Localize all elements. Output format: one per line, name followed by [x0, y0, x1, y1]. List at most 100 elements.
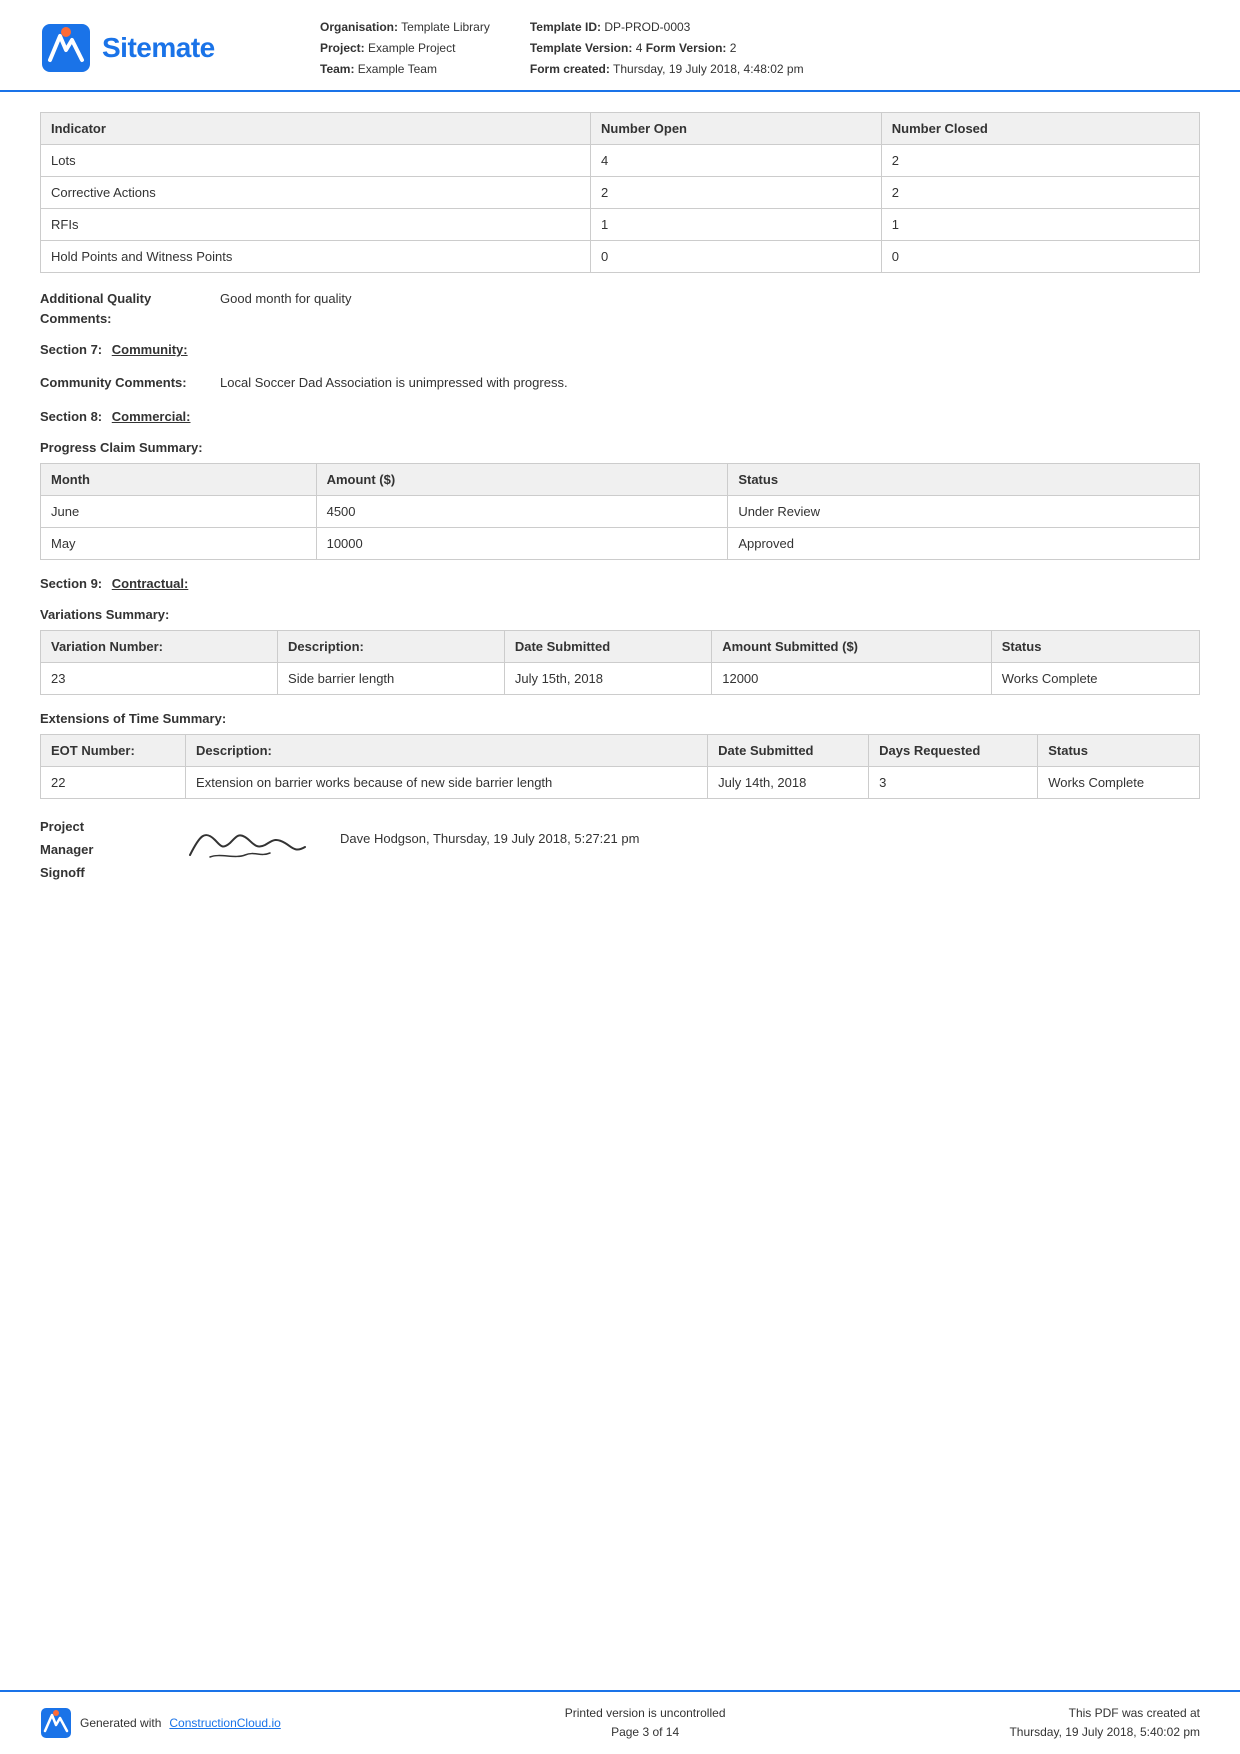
- var-status-col-header: Status: [991, 630, 1199, 662]
- footer-pdf-created-label: This PDF was created at: [1009, 1704, 1200, 1723]
- header-col-left: Organisation: Template Library Project: …: [320, 18, 490, 78]
- signoff-row: Project Manager Signoff Dave Hodgson, Th…: [40, 815, 1200, 885]
- month-cell: June: [41, 495, 317, 527]
- project-line: Project: Example Project: [320, 39, 490, 57]
- additional-quality-value: Good month for quality: [220, 289, 1200, 309]
- table-row: May 10000 Approved: [41, 527, 1200, 559]
- var-num-cell: 23: [41, 662, 278, 694]
- number-open-col-header: Number Open: [591, 113, 882, 145]
- section7-heading: Section 7: Community:: [40, 342, 1200, 357]
- table-row: Hold Points and Witness Points 0 0: [41, 241, 1200, 273]
- template-id-line: Template ID: DP-PROD-0003: [530, 18, 804, 36]
- month-cell: May: [41, 527, 317, 559]
- additional-quality-label: Additional Quality Comments:: [40, 289, 220, 328]
- section9-heading: Section 9: Contractual:: [40, 576, 1200, 591]
- table-row: Corrective Actions 2 2: [41, 177, 1200, 209]
- eot-date-col-header: Date Submitted: [708, 734, 869, 766]
- open-cell: 4: [591, 145, 882, 177]
- section8-title: Commercial:: [112, 409, 191, 424]
- page-header: Sitemate Organisation: Template Library …: [0, 0, 1240, 92]
- status-cell: Under Review: [728, 495, 1200, 527]
- form-created-line: Form created: Thursday, 19 July 2018, 4:…: [530, 60, 804, 78]
- var-date-cell: July 15th, 2018: [504, 662, 711, 694]
- var-amount-cell: 12000: [712, 662, 991, 694]
- footer-uncontrolled: Printed version is uncontrolled: [565, 1704, 726, 1723]
- var-desc-col-header: Description:: [278, 630, 505, 662]
- footer-pdf-created-date: Thursday, 19 July 2018, 5:40:02 pm: [1009, 1723, 1200, 1742]
- footer-link[interactable]: ConstructionCloud.io: [169, 1716, 280, 1730]
- status-col-header: Status: [728, 463, 1200, 495]
- eot-num-cell: 22: [41, 766, 186, 798]
- footer-right: This PDF was created at Thursday, 19 Jul…: [1009, 1704, 1200, 1742]
- variations-title: Variations Summary:: [40, 607, 1200, 622]
- header-col-right: Template ID: DP-PROD-0003 Template Versi…: [530, 18, 804, 78]
- additional-quality-row: Additional Quality Comments: Good month …: [40, 289, 1200, 328]
- eot-days-cell: 3: [869, 766, 1038, 798]
- section7-title: Community:: [112, 342, 188, 357]
- section8-heading: Section 8: Commercial:: [40, 409, 1200, 424]
- logo-text: Sitemate: [102, 32, 215, 64]
- variations-table: Variation Number: Description: Date Subm…: [40, 630, 1200, 695]
- indicator-cell: Corrective Actions: [41, 177, 591, 209]
- number-closed-col-header: Number Closed: [881, 113, 1199, 145]
- footer-left: Generated with ConstructionCloud.io: [40, 1707, 281, 1739]
- community-comments-label: Community Comments:: [40, 373, 220, 393]
- var-amount-col-header: Amount Submitted ($): [712, 630, 991, 662]
- closed-cell: 2: [881, 177, 1199, 209]
- amount-cell: 4500: [316, 495, 728, 527]
- footer-logo-icon: [40, 1707, 72, 1739]
- team-line: Team: Example Team: [320, 60, 490, 78]
- indicator-cell: Hold Points and Witness Points: [41, 241, 591, 273]
- eot-title: Extensions of Time Summary:: [40, 711, 1200, 726]
- eot-table: EOT Number: Description: Date Submitted …: [40, 734, 1200, 799]
- eot-desc-cell: Extension on barrier works because of ne…: [186, 766, 708, 798]
- table-row: 23 Side barrier length July 15th, 2018 1…: [41, 662, 1200, 694]
- section8-num: Section 8:: [40, 409, 102, 424]
- var-num-col-header: Variation Number:: [41, 630, 278, 662]
- table-row: 22 Extension on barrier works because of…: [41, 766, 1200, 798]
- section7-num: Section 7:: [40, 342, 102, 357]
- progress-claim-table: Month Amount ($) Status June 4500 Under …: [40, 463, 1200, 560]
- signature-image: [180, 815, 320, 870]
- progress-claim-title: Progress Claim Summary:: [40, 440, 1200, 455]
- var-date-col-header: Date Submitted: [504, 630, 711, 662]
- community-comments-value: Local Soccer Dad Association is unimpres…: [220, 373, 1200, 393]
- community-comments-row: Community Comments: Local Soccer Dad Ass…: [40, 373, 1200, 393]
- table-row: RFIs 1 1: [41, 209, 1200, 241]
- indicator-col-header: Indicator: [41, 113, 591, 145]
- logo-area: Sitemate: [40, 22, 320, 74]
- table-row: June 4500 Under Review: [41, 495, 1200, 527]
- template-version-line: Template Version: 4 Form Version: 2: [530, 39, 804, 57]
- open-cell: 0: [591, 241, 882, 273]
- var-desc-cell: Side barrier length: [278, 662, 505, 694]
- main-content: Indicator Number Open Number Closed Lots…: [0, 92, 1240, 965]
- month-col-header: Month: [41, 463, 317, 495]
- footer-center: Printed version is uncontrolled Page 3 o…: [565, 1704, 726, 1742]
- eot-days-col-header: Days Requested: [869, 734, 1038, 766]
- org-line: Organisation: Template Library: [320, 18, 490, 36]
- eot-date-cell: July 14th, 2018: [708, 766, 869, 798]
- footer-page-info: Page 3 of 14: [565, 1723, 726, 1742]
- closed-cell: 2: [881, 145, 1199, 177]
- eot-num-col-header: EOT Number:: [41, 734, 186, 766]
- amount-col-header: Amount ($): [316, 463, 728, 495]
- var-status-cell: Works Complete: [991, 662, 1199, 694]
- eot-status-col-header: Status: [1038, 734, 1200, 766]
- page-footer: Generated with ConstructionCloud.io Prin…: [0, 1690, 1240, 1754]
- sitemate-logo-icon: [40, 22, 92, 74]
- signoff-meta: Dave Hodgson, Thursday, 19 July 2018, 5:…: [340, 815, 639, 846]
- indicators-table: Indicator Number Open Number Closed Lots…: [40, 112, 1200, 273]
- eot-status-cell: Works Complete: [1038, 766, 1200, 798]
- eot-desc-col-header: Description:: [186, 734, 708, 766]
- section9-num: Section 9:: [40, 576, 102, 591]
- closed-cell: 0: [881, 241, 1199, 273]
- indicator-cell: Lots: [41, 145, 591, 177]
- indicator-cell: RFIs: [41, 209, 591, 241]
- header-meta: Organisation: Template Library Project: …: [320, 18, 1200, 78]
- section9-title: Contractual:: [112, 576, 189, 591]
- amount-cell: 10000: [316, 527, 728, 559]
- status-cell: Approved: [728, 527, 1200, 559]
- table-row: Lots 4 2: [41, 145, 1200, 177]
- open-cell: 2: [591, 177, 882, 209]
- signoff-label: Project Manager Signoff: [40, 815, 160, 885]
